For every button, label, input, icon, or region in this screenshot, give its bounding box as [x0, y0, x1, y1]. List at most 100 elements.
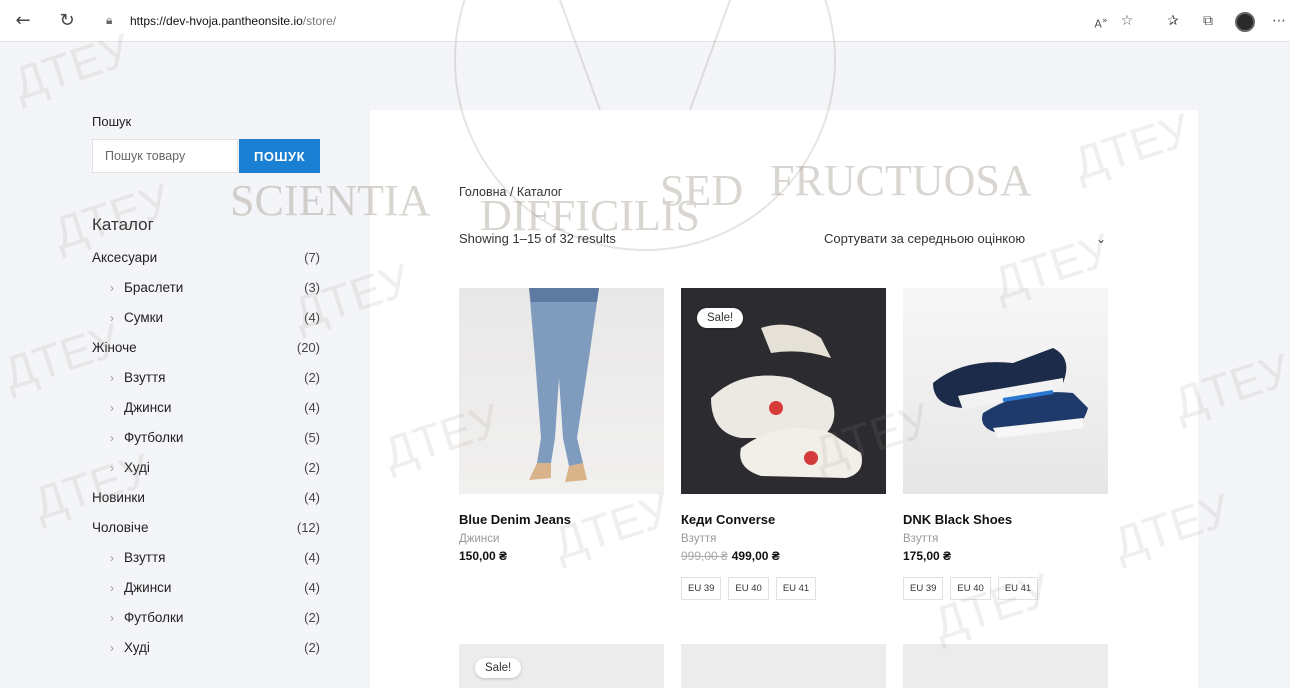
chevron-down-icon: ⌄ [1095, 232, 1106, 246]
catalog-item-count: (2) [304, 460, 320, 475]
product-card[interactable]: DNK Black Shoes Взуття 175,00 ₴ EU 39 EU… [903, 288, 1108, 600]
product-image[interactable]: Sale! [459, 644, 664, 688]
sale-badge: Sale! [697, 308, 744, 328]
catalog-item-label[interactable]: Футболки [112, 610, 183, 625]
catalog-list: Аксесуари (7) › Браслети (3) › Сумки (4) Жіноче(… [92, 249, 332, 669]
catalog-item[interactable]: Жіноче (20) [92, 339, 332, 369]
product-price: 150,00 ₴ [459, 549, 508, 563]
catalog-item-label[interactable]: Джинси [112, 580, 171, 595]
search-input[interactable] [92, 139, 238, 173]
address-bar[interactable]: 🔒︎ https://dev-hvoja.pantheonsite.io/sto… [96, 6, 1076, 36]
catalog-item-label[interactable]: Аксесуари [92, 250, 157, 265]
size-options: EU 39 EU 40 EU 41 [903, 577, 1108, 600]
catalog-item-label[interactable]: Худі [112, 460, 150, 475]
size-option[interactable]: EU 41 [997, 577, 1039, 600]
catalog-item-label[interactable]: Худі [112, 640, 150, 655]
chevron-right-icon: › [110, 611, 114, 625]
product-name[interactable]: Blue Denim Jeans [459, 512, 664, 527]
catalog-item-label[interactable]: Джинси [112, 400, 171, 415]
refresh-icon[interactable]: ↻ [56, 10, 78, 32]
old-price: 999,00 ₴ [681, 549, 728, 563]
catalog-item[interactable]: Чоловіче (12) [92, 519, 332, 549]
size-option[interactable]: EU 40 [728, 577, 769, 600]
product-image[interactable]: Sale! [681, 288, 886, 494]
product-category[interactable]: Взуття [681, 533, 886, 545]
catalog-item-label[interactable]: Сумки [112, 310, 163, 325]
profile-avatar[interactable] [1235, 12, 1255, 32]
catalog-item-label[interactable]: Новинки [92, 490, 145, 505]
catalog-item-label[interactable]: Жіноче [92, 340, 137, 355]
catalog-item-label[interactable]: Браслети [112, 280, 183, 295]
chevron-right-icon: › [110, 281, 114, 295]
read-aloud-icon[interactable]: A» [1092, 12, 1110, 31]
size-option[interactable]: EU 41 [775, 577, 817, 600]
catalog-item[interactable]: › Браслети (3) [92, 279, 332, 309]
catalog-item-count: (5) [304, 430, 320, 445]
search-label: Пошук [92, 114, 132, 129]
catalog-item[interactable]: › Взуття (2) [92, 369, 332, 399]
browser-toolbar: ← ↻ 🔒︎ https://dev-hvoja.pantheonsite.io… [0, 0, 1290, 42]
catalog-item[interactable]: › Футболки (2) [92, 609, 332, 639]
product-image[interactable] [459, 288, 664, 494]
sale-badge: Sale! [475, 658, 522, 678]
chevron-right-icon: › [110, 581, 114, 595]
catalog-item-label[interactable]: Взуття [112, 550, 165, 565]
catalog-item-count: (7) [304, 250, 320, 265]
results-count: Showing 1–15 of 32 results [459, 231, 616, 246]
product-card[interactable]: Sale! Кеди Converse Взуття 999,00 ₴ 499,0… [681, 288, 886, 600]
catalog-item[interactable]: Новинки (4) [92, 489, 332, 519]
size-option[interactable]: EU 39 [681, 577, 722, 600]
catalog-item[interactable]: › Футболки (5) [92, 429, 332, 459]
jeans-photo [529, 288, 599, 482]
catalog-item-count: (12) [296, 520, 320, 535]
catalog-item[interactable]: › Взуття (4) [92, 549, 332, 579]
chevron-right-icon: › [110, 311, 114, 325]
product-card[interactable] [903, 644, 1108, 688]
product-card[interactable]: Blue Denim Jeans Джинси 150,00 ₴ [459, 288, 664, 563]
product-image[interactable] [681, 644, 886, 688]
product-name[interactable]: Кеди Converse [681, 512, 886, 527]
product-price: 175,00 ₴ [903, 549, 952, 563]
catalog-item[interactable]: › Джинси (4) [92, 579, 332, 609]
catalog-item-count: (4) [304, 580, 320, 595]
breadcrumb[interactable]: Головна / Каталог [459, 185, 562, 199]
sort-label: Сортувати за середньою оцінкою [824, 231, 1026, 246]
product-price: 999,00 ₴ 499,00 ₴ [681, 549, 780, 563]
catalog-item-count: (3) [304, 280, 320, 295]
size-option[interactable]: EU 39 [903, 577, 944, 600]
size-option[interactable]: EU 40 [950, 577, 991, 600]
catalog-item-label[interactable]: Чоловіче [92, 520, 148, 535]
catalog-item[interactable]: › Худі (2) [92, 459, 332, 489]
catalog-item-count: (2) [304, 610, 320, 625]
catalog-item[interactable]: Аксесуари (7) [92, 249, 332, 279]
search-row: ПОШУК [92, 139, 332, 173]
catalog-item-label[interactable]: Футболки [112, 430, 183, 445]
collections-icon[interactable]: ⧉ [1199, 12, 1217, 30]
product-card[interactable]: Sale! [459, 644, 664, 688]
product-category[interactable]: Джинси [459, 533, 664, 545]
size-options: EU 39 EU 40 EU 41 [681, 577, 886, 600]
catalog-item[interactable]: › Джинси (4) [92, 399, 332, 429]
catalog-item[interactable]: › Сумки (4) [92, 309, 332, 339]
url-text[interactable]: https://dev-hvoja.pantheonsite.io/store/ [130, 14, 336, 28]
catalog-item[interactable]: › Худі (2) [92, 639, 332, 669]
product-image[interactable] [903, 288, 1108, 494]
favorites-icon[interactable]: ✰ [1164, 12, 1182, 30]
chevron-right-icon: › [110, 641, 114, 655]
product-category[interactable]: Взуття [903, 533, 1108, 545]
sidebar: Пошук ПОШУК Каталог Аксесуари(7)›Браслет… [92, 114, 332, 669]
product-card[interactable] [681, 644, 886, 688]
catalog-item-label[interactable]: Взуття [112, 370, 165, 385]
more-icon[interactable]: ⋯ [1270, 12, 1288, 30]
catalog-item-count: (4) [304, 400, 320, 415]
product-image[interactable] [903, 644, 1108, 688]
product-name[interactable]: DNK Black Shoes [903, 512, 1108, 527]
chevron-right-icon: › [110, 461, 114, 475]
catalog-title: Каталог [92, 215, 154, 234]
sort-select[interactable]: Сортувати за середньою оцінкою ⌄ [824, 226, 1114, 252]
add-favorite-icon[interactable]: ☆ [1118, 12, 1136, 30]
search-button[interactable]: ПОШУК [239, 139, 320, 173]
lock-icon[interactable]: 🔒︎ [106, 13, 120, 29]
catalog-item-count: (4) [304, 550, 320, 565]
back-icon[interactable]: ← [12, 10, 34, 32]
